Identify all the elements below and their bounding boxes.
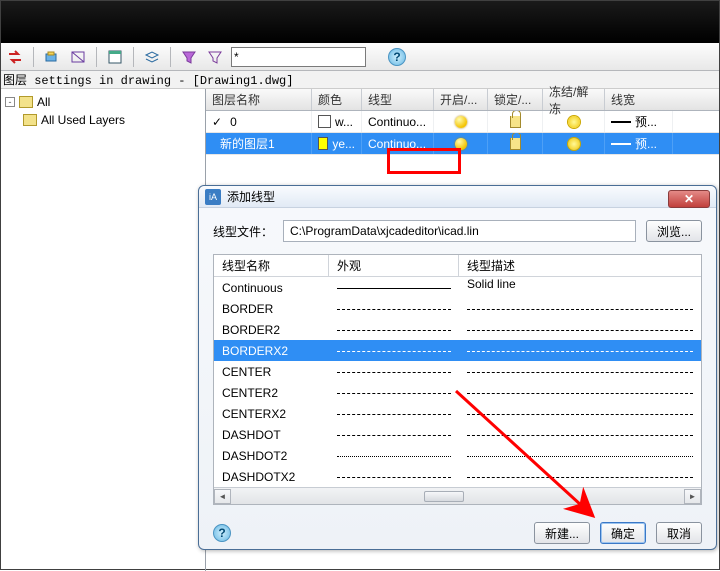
add-linetype-dialog: iA 添加线型 ✕ 线型文件： C:\ProgramData\xjcadedit… bbox=[198, 185, 717, 550]
window-titlebar bbox=[1, 1, 719, 43]
help-icon[interactable]: ? bbox=[388, 48, 406, 66]
bulb-icon[interactable] bbox=[455, 138, 467, 150]
col-name[interactable]: 图层名称 bbox=[206, 89, 312, 110]
dialog-icon: iA bbox=[205, 189, 221, 205]
list-item[interactable]: BORDER2 bbox=[214, 319, 701, 340]
lock-icon[interactable] bbox=[510, 138, 521, 150]
col-lineweight[interactable]: 线宽 bbox=[605, 89, 673, 110]
col-on[interactable]: 开启/... bbox=[434, 89, 488, 110]
scroll-left-icon[interactable]: ◄ bbox=[214, 489, 231, 504]
filter-icon-1[interactable] bbox=[179, 47, 199, 67]
layer-tree: - All All Used Layers bbox=[1, 89, 206, 571]
stack-icon[interactable] bbox=[142, 47, 162, 67]
grid-header: 图层名称 颜色 线型 开启/... 锁定/... 冻结/解冻 线宽 bbox=[206, 89, 719, 111]
folder-icon bbox=[23, 114, 37, 126]
scroll-right-icon[interactable]: ► bbox=[684, 489, 701, 504]
table-row[interactable]: 新的图层1ye...Continuo... 预... bbox=[206, 133, 719, 155]
col-color[interactable]: 颜色 bbox=[312, 89, 362, 110]
lt-col-appearance[interactable]: 外观 bbox=[329, 255, 459, 276]
browse-button[interactable]: 浏览... bbox=[646, 220, 702, 242]
file-label: 线型文件： bbox=[213, 223, 273, 240]
col-linetype[interactable]: 线型 bbox=[362, 89, 434, 110]
folder-icon bbox=[19, 96, 33, 108]
table-row[interactable]: ✓0w...Continuo... 预... bbox=[206, 111, 719, 133]
list-item[interactable]: ContinuousSolid line bbox=[214, 277, 701, 298]
subtitle-bar: 图层 settings in drawing - [Drawing1.dwg] bbox=[1, 71, 719, 89]
tree-root-label: All bbox=[37, 95, 50, 109]
search-input[interactable] bbox=[231, 47, 366, 67]
close-button[interactable]: ✕ bbox=[668, 190, 710, 208]
list-item[interactable]: DASHDOT2 bbox=[214, 445, 701, 466]
horizontal-scrollbar[interactable]: ◄ ► bbox=[214, 487, 701, 504]
tree-child-label: All Used Layers bbox=[41, 113, 125, 127]
list-item[interactable]: BORDERX2 bbox=[214, 340, 701, 361]
list-item[interactable]: DASHDOTX2 bbox=[214, 466, 701, 487]
layer-tool-2-icon[interactable] bbox=[68, 47, 88, 67]
lt-col-desc[interactable]: 线型描述 bbox=[459, 255, 701, 276]
tree-child[interactable]: All Used Layers bbox=[23, 111, 201, 129]
ok-button[interactable]: 确定 bbox=[600, 522, 646, 544]
swap-icon[interactable] bbox=[5, 47, 25, 67]
list-item[interactable]: CENTER2 bbox=[214, 382, 701, 403]
list-item[interactable]: BORDER bbox=[214, 298, 701, 319]
new-button[interactable]: 新建... bbox=[534, 522, 590, 544]
col-lock[interactable]: 锁定/... bbox=[488, 89, 543, 110]
toolbar: ? bbox=[1, 43, 719, 71]
lock-icon[interactable] bbox=[510, 116, 521, 128]
scroll-thumb[interactable] bbox=[424, 491, 464, 502]
sun-icon[interactable] bbox=[568, 116, 580, 128]
cancel-button[interactable]: 取消 bbox=[656, 522, 702, 544]
dialog-titlebar[interactable]: iA 添加线型 ✕ bbox=[199, 186, 716, 208]
sun-icon[interactable] bbox=[568, 138, 580, 150]
list-item[interactable]: DASHDOT bbox=[214, 424, 701, 445]
dialog-title: 添加线型 bbox=[227, 188, 275, 205]
linetype-list: 线型名称 外观 线型描述 ContinuousSolid lineBORDERB… bbox=[213, 254, 702, 505]
file-path-input[interactable]: C:\ProgramData\xjcadeditor\icad.lin bbox=[283, 220, 636, 242]
col-freeze[interactable]: 冻结/解冻 bbox=[543, 89, 605, 110]
lt-col-name[interactable]: 线型名称 bbox=[214, 255, 329, 276]
tree-root[interactable]: - All bbox=[5, 93, 201, 111]
layer-tool-1-icon[interactable] bbox=[42, 47, 62, 67]
collapse-icon[interactable]: - bbox=[5, 97, 15, 107]
list-item[interactable]: CENTERX2 bbox=[214, 403, 701, 424]
window-icon[interactable] bbox=[105, 47, 125, 67]
dialog-help-icon[interactable]: ? bbox=[213, 524, 231, 542]
filter-icon-2[interactable] bbox=[205, 47, 225, 67]
bulb-icon[interactable] bbox=[455, 116, 467, 128]
list-item[interactable]: CENTER bbox=[214, 361, 701, 382]
